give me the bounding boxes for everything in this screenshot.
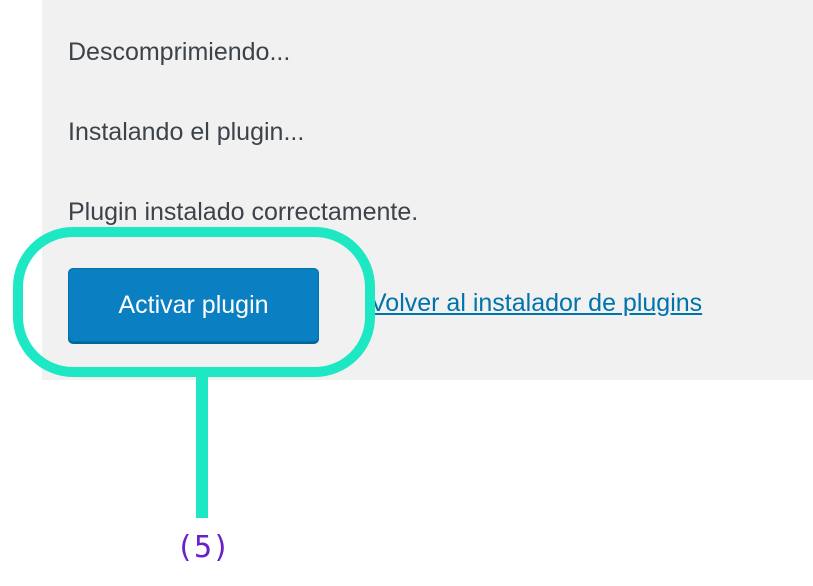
annotation-callout-line bbox=[196, 376, 208, 518]
status-message-installing: Instalando el plugin... bbox=[68, 118, 305, 146]
activate-plugin-button-label: Activar plugin bbox=[118, 290, 269, 319]
annotation-step-label: (5) bbox=[175, 530, 231, 565]
status-message-success: Plugin instalado correctamente. bbox=[68, 198, 419, 226]
activate-plugin-button[interactable]: Activar plugin bbox=[68, 268, 319, 342]
status-message-unzipping: Descomprimiendo... bbox=[68, 38, 291, 66]
back-to-plugin-installer-link[interactable]: Volver al instalador de plugins bbox=[370, 289, 702, 318]
